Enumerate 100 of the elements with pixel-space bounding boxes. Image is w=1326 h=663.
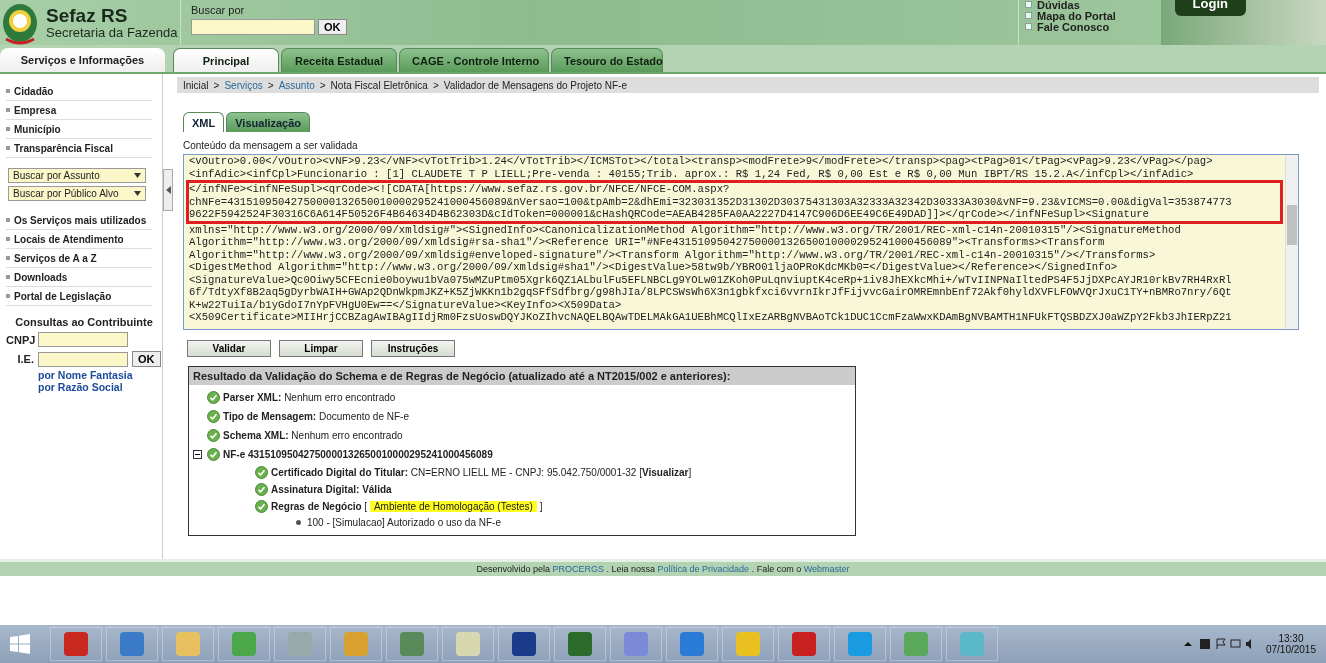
bullet-icon bbox=[6, 108, 10, 112]
site-title: Sefaz RS bbox=[46, 5, 129, 26]
footer-text: Desenvolvido pela PROCERGS . Leia nossa Política de Privacidade . Fale com o Webmaster bbox=[476, 564, 850, 574]
bullet-icon bbox=[6, 146, 10, 150]
field-label: Conteúdo da mensagem a ser validada bbox=[183, 140, 358, 151]
result-message: 100 - [Simulacao] Autorizado o uso da NF-e bbox=[307, 516, 501, 528]
breadcrumb-separator: > bbox=[267, 79, 274, 91]
sidebar-link[interactable]: Município bbox=[14, 123, 61, 135]
site-subtitle: Secretaria da Fazenda bbox=[46, 25, 178, 40]
taskbar-app-icon[interactable] bbox=[498, 627, 550, 661]
footer-link[interactable]: PROCERGS bbox=[552, 564, 604, 574]
nav-tab[interactable]: Tesouro do Estado bbox=[551, 48, 663, 72]
breadcrumb-link[interactable]: Serviços bbox=[224, 79, 263, 91]
collapse-handle[interactable] bbox=[163, 169, 173, 211]
bullet-icon bbox=[6, 89, 10, 93]
breadcrumb-link[interactable]: Inicial bbox=[183, 79, 209, 91]
bullet-icon bbox=[1025, 23, 1032, 30]
field-label: CNPJ bbox=[6, 333, 34, 346]
ok-button[interactable]: OK bbox=[132, 351, 161, 367]
taskbar-app-icon[interactable] bbox=[778, 627, 830, 661]
breadcrumb-separator: > bbox=[213, 79, 220, 91]
bullet-icon bbox=[6, 294, 10, 298]
check-circle-icon bbox=[207, 410, 220, 423]
field-label: I.E. bbox=[16, 353, 34, 365]
bullet-icon bbox=[6, 275, 10, 279]
dropdown-field[interactable]: Buscar por Público Alvo bbox=[8, 186, 146, 201]
code-line: 9622F5942524F30316C6A614F50526F4B64634D4B62303D&cIdToken=000001&cHashQRCode=AEAB4285FA0AA2227D4147C906D6EE49C6E49DAD]]></qrCode></infNFeSupl><Signature bbox=[186, 208, 1283, 224]
code-line: <X509Certificate>MIIHrjCCBZagAwIBAgIIdjRm0FzsUoswDQYJKoZIhvcNAQELBQAwTDELMAkGA1UEBhMCQlIxEzARBgNVBAoTCk1DUC1CcmFzaWwxKDAmBgNVBAMTH1NFUkFTQSBDZXJ0aWZpY2Fkb3JhIERpZ21 bbox=[188, 311, 1233, 324]
result-text: Tipo de Mensagem: Documento de NF-e bbox=[223, 411, 409, 422]
search-label: Buscar por bbox=[191, 4, 246, 16]
breadcrumb-separator: > bbox=[319, 79, 326, 91]
code-line: K+w22TuiIa/b1yGdoI7nYpFVHgU0Ew==</SignatureValue><KeyInfo><X509Data> bbox=[188, 298, 623, 311]
code-line: Algorithm="http://www.w3.org/2000/09/xmldsig#rsa-sha1"/><Reference URI="#NFe43151095042750000132650010000295241000456089"><Transforms><Transform bbox=[188, 236, 1106, 249]
windows-logo-icon[interactable] bbox=[10, 634, 30, 654]
footer-link[interactable]: Webmaster bbox=[803, 564, 850, 574]
header-link[interactable]: Mapa do Portal bbox=[1037, 9, 1116, 22]
check-circle-icon bbox=[207, 391, 220, 404]
code-line: Algorithm="http://www.w3.org/2000/09/xmldsig#enveloped-signature"/><Transform Algorithm="http://www.w3.org/TR/2001/REC-xml-c14n-20010315"/></Transforms> bbox=[188, 248, 1157, 261]
code-line: <infAdic><infCpl>Funcionario : [1] CLAUDETE T P LIELL;Pre-venda : 40155;Trib. aprox.: R$ 1,24 Fed, R$ 0,00 Est e R$ 0,00 Mun IBPT/RS 15.2.A</infCpl></infAdic> bbox=[188, 167, 1195, 180]
input-field[interactable] bbox=[38, 351, 128, 367]
check-circle-icon bbox=[255, 483, 268, 496]
sidebar-link[interactable]: Empresa bbox=[14, 104, 57, 116]
breadcrumb-link[interactable]: Assunto bbox=[278, 79, 315, 91]
collapse-toggle-icon[interactable] bbox=[193, 450, 202, 459]
header-link[interactable]: Fale Conosco bbox=[1037, 20, 1110, 33]
xml-text-area[interactable] bbox=[183, 154, 1299, 330]
clock-time: 13:30 bbox=[1278, 633, 1304, 644]
sidebar-link[interactable]: Cidadão bbox=[14, 85, 54, 97]
result-text: Certificado Digital do Titular: CN=ERNO LIELL ME - CNPJ: 95.042.750/0001-32 [Visualizar] bbox=[271, 467, 692, 478]
footer-link[interactable]: Política de Privacidade bbox=[657, 564, 750, 574]
caret-icon bbox=[134, 173, 141, 178]
tray-icons-drawing[interactable] bbox=[1183, 638, 1254, 650]
bullet-icon bbox=[1025, 1, 1032, 8]
sidebar-link[interactable]: Os Serviços mais utilizados bbox=[14, 214, 147, 226]
breadcrumb-link[interactable]: Nota Fiscal Eletrônica bbox=[330, 79, 428, 91]
code-line: <DigestMethod Algorithm="http://www.w3.org/2000/09/xmldsig#sha1"/><DigestValue>58tw9b/YBRO01ljaOPRoKdcMKb0=</DigestValue></Reference></SignedInfo> bbox=[188, 261, 1119, 274]
check-circle-icon bbox=[255, 466, 268, 479]
input-field[interactable] bbox=[38, 332, 128, 347]
bullet-icon bbox=[6, 127, 10, 131]
result-text: NF-e 43151095042750000132650010000295241000456089 bbox=[223, 449, 493, 460]
check-circle-icon bbox=[207, 448, 220, 461]
sidebar-link[interactable]: Downloads bbox=[14, 271, 68, 283]
check-circle-icon bbox=[207, 429, 220, 442]
search-button[interactable]: OK bbox=[318, 19, 347, 35]
breadcrumb-separator: > bbox=[432, 79, 439, 91]
header-link[interactable]: Dúvidas bbox=[1037, 0, 1080, 11]
sidebar-link[interactable]: Serviços de A a Z bbox=[14, 252, 97, 264]
breadcrumb-link[interactable]: Validador de Mensagens do Projeto NF-e bbox=[443, 79, 627, 91]
clock-date: 07/10/2015 bbox=[1265, 644, 1316, 655]
result-text: Parser XML: Nenhum erro encontrado bbox=[223, 392, 396, 403]
bullet-icon bbox=[6, 237, 10, 241]
view-tab[interactable]: Visualização bbox=[226, 112, 311, 132]
taskbar-app-icon[interactable] bbox=[554, 627, 606, 661]
search-link[interactable]: por Razão Social bbox=[38, 381, 123, 393]
sidebar-link[interactable]: Locais de Atendimento bbox=[14, 233, 124, 245]
taskbar-app-icon[interactable] bbox=[50, 627, 102, 661]
sidebar-link[interactable]: Portal de Legislação bbox=[14, 290, 112, 302]
nav-tab[interactable]: Receita Estadual bbox=[281, 48, 397, 72]
dropdown-field[interactable]: Buscar por Assunto bbox=[8, 168, 146, 183]
bullet-icon bbox=[1025, 12, 1032, 19]
code-line: 6f/TdtyXf8B2aq5gDyrbWAIH+GWAp2QDnWkpmJKZ+K5ZjWKKn1b2gqSFfSdfbrg/g98hJIa/8LPCSWsWh6X3n1gbkfxci6vvrnIkrJfFijvvcGairOMREmnbEnf72Akf0hyldXVFLFOWVQrJxuC1TY+nBMRo7nry/6Qt bbox=[188, 286, 1233, 299]
view-tab[interactable]: XML bbox=[183, 112, 225, 132]
code-line: </infNFe><infNFeSupl><qrCode><![CDATA[https://www.sefaz.rs.gov.br/NFCE/NFCE-COM.aspx? bbox=[186, 180, 1283, 196]
action-button[interactable]: Validar bbox=[187, 340, 271, 357]
nav-tab[interactable]: Principal bbox=[173, 48, 279, 72]
search-link[interactable]: por Nome Fantasia bbox=[38, 369, 133, 381]
bullet-icon bbox=[6, 256, 10, 260]
bullet-icon bbox=[6, 218, 10, 222]
result-text: Regras de Negócio [ Ambiente de Homologação (Testes) ] bbox=[271, 501, 543, 512]
search-field[interactable] bbox=[191, 19, 315, 35]
result-text: Assinatura Digital: Válida bbox=[271, 484, 392, 495]
arrow-left-icon bbox=[165, 186, 171, 194]
action-button[interactable]: Instruções bbox=[371, 340, 455, 357]
action-button[interactable]: Limpar bbox=[279, 340, 363, 357]
results-title: Resultado da Validação do Schema e de Regras de Negócio (atualizado até a NT2015/002 e anteriores): bbox=[189, 367, 855, 385]
sidebar-heading: Serviços e Informações bbox=[0, 48, 165, 72]
scrollbar[interactable] bbox=[1285, 155, 1298, 329]
code-line: <vOutro>0.00</vOutro><vNF>9.23</vNF><vTotTrib>1.24</vTotTrib></ICMSTot></total><transp><modFrete>9</modFrete></transp><pag><tPag>01</tPag><vPag>9.23</vPag></pag> bbox=[188, 155, 1214, 168]
nav-tab[interactable]: CAGE - Controle Interno bbox=[399, 48, 549, 72]
sidebar-link[interactable]: Transparência Fiscal bbox=[14, 142, 113, 154]
